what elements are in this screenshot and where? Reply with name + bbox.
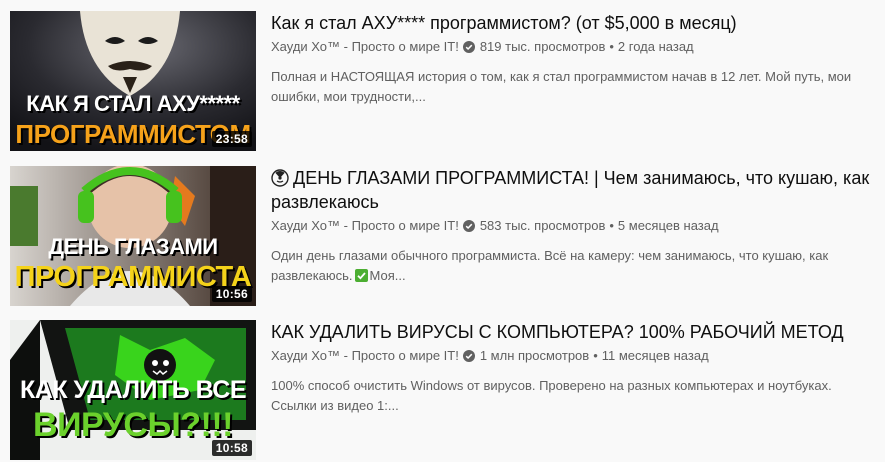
video-byline: Хауди Хо™ - Просто о мире IT! 583 тыс. п… <box>271 217 871 235</box>
video-byline: Хауди Хо™ - Просто о мире IT! 1 млн прос… <box>271 347 871 365</box>
video-meta: ДЕНЬ ГЛАЗАМИ ПРОГРАММИСТА! | Чем занимаю… <box>271 166 871 286</box>
video-thumbnail[interactable]: КАК Я СТАЛ АХУ***** ПРОГРАММИСТОМ 23:58 <box>10 11 256 151</box>
video-result-item: ДЕНЬ ГЛАЗАМИ ПРОГРАММИСТА 10:56 ДЕНЬ ГЛА… <box>10 166 880 306</box>
channel-name-link[interactable]: Хауди Хо™ - Просто о мире IT! <box>271 38 459 56</box>
view-count: 583 тыс. просмотров <box>479 218 606 233</box>
dot-separator: • <box>609 39 614 54</box>
video-title-link[interactable]: Как я стал АХУ**** программистом? (от $5… <box>271 11 871 35</box>
video-result-item: КАК Я СТАЛ АХУ***** ПРОГРАММИСТОМ 23:58 … <box>10 11 880 151</box>
upload-age: 2 года назад <box>617 39 694 54</box>
video-result-item: КАК УДАЛИТЬ ВСЕ ВИРУСЫ?!!! 10:58 КАК УДА… <box>10 320 880 460</box>
channel-name-link[interactable]: Хауди Хо™ - Просто о мире IT! <box>271 347 459 365</box>
video-byline: Хауди Хо™ - Просто о мире IT! 819 тыс. п… <box>271 38 871 56</box>
thumbnail-caption-line-1: КАК Я СТАЛ АХУ***** <box>26 91 240 116</box>
upload-age: 11 месяцев назад <box>601 348 709 363</box>
video-description-snippet: Один день глазами обычного программиста.… <box>271 246 861 286</box>
video-title-link[interactable]: ДЕНЬ ГЛАЗАМИ ПРОГРАММИСТА! | Чем занимаю… <box>271 166 871 214</box>
video-results-list: КАК Я СТАЛ АХУ***** ПРОГРАММИСТОМ 23:58 … <box>0 0 885 462</box>
view-count: 819 тыс. просмотров <box>479 39 606 54</box>
dot-separator: • <box>609 218 614 233</box>
video-duration: 10:56 <box>211 286 252 302</box>
description-text-continued: Моя... <box>369 268 406 283</box>
thumbnail-caption-line-1: ДЕНЬ ГЛАЗАМИ <box>48 234 218 259</box>
green-check-emoji-icon <box>354 269 368 282</box>
radioactive-face-emoji-icon <box>271 169 289 187</box>
video-description-snippet: Полная и НАСТОЯЩАЯ история о том, как я … <box>271 69 852 104</box>
video-title-text: ДЕНЬ ГЛАЗАМИ ПРОГРАММИСТА! | Чем занимаю… <box>271 168 870 212</box>
upload-age: 5 месяцев назад <box>617 218 719 233</box>
video-duration: 23:58 <box>211 131 252 147</box>
video-description-snippet: 100% способ очистить Windows от вирусов.… <box>271 378 832 413</box>
channel-name-link[interactable]: Хауди Хо™ - Просто о мире IT! <box>271 217 459 235</box>
video-title-link[interactable]: КАК УДАЛИТЬ ВИРУСЫ С КОМПЬЮТЕРА? 100% РА… <box>271 320 871 344</box>
view-count: 1 млн просмотров <box>479 348 590 363</box>
verified-badge-icon <box>462 41 475 53</box>
video-meta: КАК УДАЛИТЬ ВИРУСЫ С КОМПЬЮТЕРА? 100% РА… <box>271 320 871 416</box>
video-duration: 10:58 <box>211 440 252 456</box>
dot-separator: • <box>593 348 598 363</box>
thumbnail-caption-line-1: КАК УДАЛИТЬ ВСЕ <box>20 376 247 404</box>
video-thumbnail[interactable]: КАК УДАЛИТЬ ВСЕ ВИРУСЫ?!!! 10:58 <box>10 320 256 460</box>
verified-badge-icon <box>462 350 475 362</box>
verified-badge-icon <box>462 220 475 232</box>
video-thumbnail[interactable]: ДЕНЬ ГЛАЗАМИ ПРОГРАММИСТА 10:56 <box>10 166 256 306</box>
video-meta: Как я стал АХУ**** программистом? (от $5… <box>271 11 871 107</box>
